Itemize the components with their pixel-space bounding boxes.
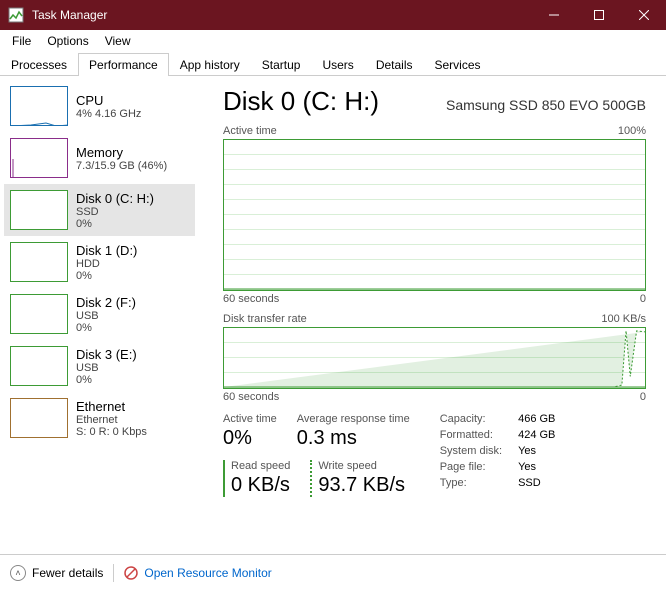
tab-startup[interactable]: Startup [251, 53, 312, 76]
sidebar-item-label: Disk 0 (C: H:) [76, 191, 154, 206]
fewer-details-button[interactable]: ˄ Fewer details [10, 565, 103, 581]
read-speed-value: 0 KB/s [231, 474, 290, 497]
sidebar-item-value: 4% 4.16 GHz [76, 108, 141, 120]
sidebar-item-disk0[interactable]: Disk 0 (C: H:) SSD 0% [4, 184, 195, 236]
menu-view[interactable]: View [97, 32, 139, 50]
active-time-label: Active time [223, 413, 277, 425]
sidebar-item-ethernet[interactable]: Ethernet Ethernet S: 0 R: 0 Kbps [4, 392, 195, 444]
sidebar-item-value2: 0% [76, 374, 137, 386]
sidebar-item-value: Ethernet [76, 414, 147, 426]
write-speed-label: Write speed [318, 460, 405, 472]
tab-app-history[interactable]: App history [169, 53, 251, 76]
read-speed-label: Read speed [231, 460, 290, 472]
page-file-label: Page file: [440, 461, 502, 473]
close-button[interactable] [621, 0, 666, 30]
sidebar-item-label: CPU [76, 93, 141, 108]
tab-details[interactable]: Details [365, 53, 424, 76]
chart2-xleft: 60 seconds [223, 391, 279, 403]
menu-bar: File Options View [0, 30, 666, 52]
sidebar[interactable]: CPU 4% 4.16 GHz Memory 7.3/15.9 GB (46%)… [0, 76, 195, 554]
sidebar-item-label: Disk 1 (D:) [76, 243, 137, 258]
disk-thumbnail [10, 346, 68, 386]
sidebar-item-value: 7.3/15.9 GB (46%) [76, 160, 167, 172]
formatted-label: Formatted: [440, 429, 502, 441]
avg-response-label: Average response time [297, 413, 410, 425]
maximize-button[interactable] [576, 0, 621, 30]
tab-processes[interactable]: Processes [0, 53, 78, 76]
capacity-value: 466 GB [518, 413, 555, 425]
capacity-label: Capacity: [440, 413, 502, 425]
chart2-label: Disk transfer rate [223, 313, 307, 325]
sidebar-item-disk2[interactable]: Disk 2 (F:) USB 0% [4, 288, 195, 340]
page-title: Disk 0 (C: H:) [223, 86, 379, 117]
menu-file[interactable]: File [4, 32, 39, 50]
disk-thumbnail [10, 242, 68, 282]
sidebar-item-value2: 0% [76, 322, 136, 334]
type-label: Type: [440, 477, 502, 489]
memory-thumbnail [10, 138, 68, 178]
minimize-button[interactable] [531, 0, 576, 30]
ethernet-thumbnail [10, 398, 68, 438]
chart1-label: Active time [223, 125, 277, 137]
resource-monitor-icon [124, 566, 138, 580]
footer: ˄ Fewer details Open Resource Monitor [0, 554, 666, 590]
transfer-rate-chart [223, 327, 646, 389]
sidebar-item-disk3[interactable]: Disk 3 (E:) USB 0% [4, 340, 195, 392]
cpu-thumbnail [10, 86, 68, 126]
sidebar-item-value: USB [76, 310, 136, 322]
chart2-xright: 0 [640, 391, 646, 403]
system-disk-value: Yes [518, 445, 555, 457]
tab-bar: Processes Performance App history Startu… [0, 52, 666, 76]
fewer-details-label: Fewer details [32, 566, 103, 580]
sidebar-item-label: Memory [76, 145, 167, 160]
sidebar-item-label: Disk 2 (F:) [76, 295, 136, 310]
disk-thumbnail [10, 190, 68, 230]
app-icon [8, 7, 24, 23]
tab-users[interactable]: Users [311, 53, 364, 76]
chart1-max: 100% [618, 125, 646, 137]
device-model: Samsung SSD 850 EVO 500GB [446, 97, 646, 113]
active-time-value: 0% [223, 427, 277, 450]
sidebar-item-value: SSD [76, 206, 154, 218]
type-value: SSD [518, 477, 555, 489]
formatted-value: 424 GB [518, 429, 555, 441]
title-bar: Task Manager [0, 0, 666, 30]
tab-services[interactable]: Services [424, 53, 492, 76]
sidebar-item-memory[interactable]: Memory 7.3/15.9 GB (46%) [4, 132, 195, 184]
system-disk-label: System disk: [440, 445, 502, 457]
sidebar-item-value2: S: 0 R: 0 Kbps [76, 426, 147, 438]
chart2-max: 100 KB/s [601, 313, 646, 325]
content-area: CPU 4% 4.16 GHz Memory 7.3/15.9 GB (46%)… [0, 76, 666, 554]
sidebar-item-disk1[interactable]: Disk 1 (D:) HDD 0% [4, 236, 195, 288]
chevron-up-icon: ˄ [10, 565, 26, 581]
disk-properties: Capacity: 466 GB Formatted: 424 GB System … [440, 413, 556, 497]
open-resource-monitor-label: Open Resource Monitor [144, 566, 271, 580]
chart1-xright: 0 [640, 293, 646, 305]
sidebar-item-value: HDD [76, 258, 137, 270]
avg-response-value: 0.3 ms [297, 427, 410, 450]
sidebar-item-label: Ethernet [76, 399, 147, 414]
page-file-value: Yes [518, 461, 555, 473]
sidebar-item-value2: 0% [76, 218, 154, 230]
menu-options[interactable]: Options [39, 32, 96, 50]
sidebar-item-value2: 0% [76, 270, 137, 282]
main-panel: Disk 0 (C: H:) Samsung SSD 850 EVO 500GB… [195, 76, 666, 554]
tab-performance[interactable]: Performance [78, 53, 169, 76]
sidebar-item-label: Disk 3 (E:) [76, 347, 137, 362]
open-resource-monitor-link[interactable]: Open Resource Monitor [124, 566, 271, 580]
window-title: Task Manager [32, 8, 531, 22]
chart1-xleft: 60 seconds [223, 293, 279, 305]
separator [113, 564, 114, 582]
sidebar-item-value: USB [76, 362, 137, 374]
sidebar-item-cpu[interactable]: CPU 4% 4.16 GHz [4, 80, 195, 132]
active-time-chart [223, 139, 646, 291]
disk-thumbnail [10, 294, 68, 334]
write-speed-value: 93.7 KB/s [318, 474, 405, 497]
